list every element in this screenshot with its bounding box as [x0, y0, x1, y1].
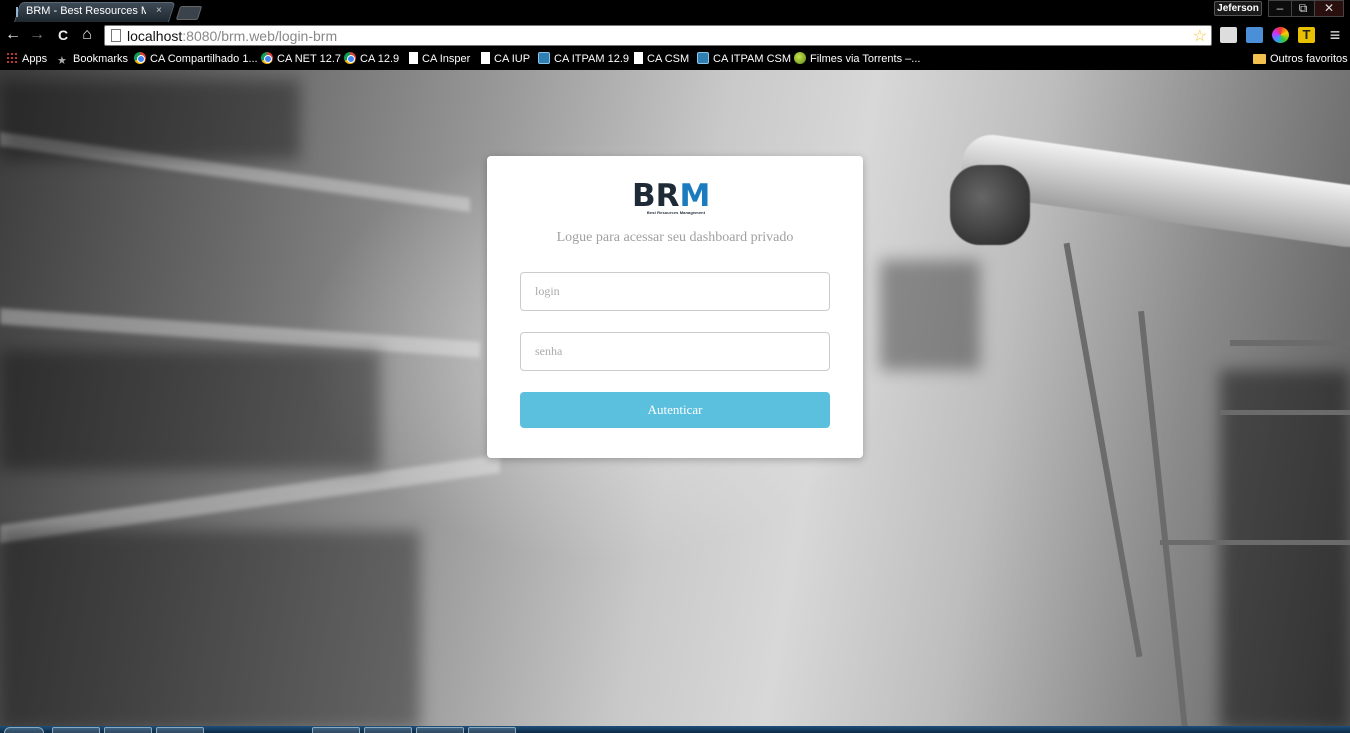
bookmark-label: CA NET 12.7	[277, 53, 341, 65]
back-button[interactable]: ←	[4, 26, 22, 44]
tab-close-icon[interactable]: ×	[156, 5, 162, 16]
os-taskbar	[0, 726, 1350, 733]
profile-button[interactable]: Jeferson	[1214, 1, 1262, 16]
url-text[interactable]: localhost:8080/brm.web/login-brm	[127, 28, 337, 44]
bookmark-apps[interactable]: Apps	[6, 52, 47, 67]
bookmark-ca-insper[interactable]: CA Insper	[409, 52, 470, 67]
bookmark-label: CA Insper	[422, 53, 471, 65]
taskbar-item[interactable]	[52, 727, 100, 733]
bookmark-label: CA CSM	[647, 53, 690, 65]
cart-shadow	[1220, 370, 1350, 726]
address-bar[interactable]: localhost:8080/brm.web/login-brm ☆	[104, 25, 1212, 46]
bookmark-label: CA Compartilhado 1...	[150, 53, 258, 65]
maximize-button[interactable]: ⧉	[1291, 0, 1315, 17]
close-window-button[interactable]: ✕	[1314, 0, 1344, 17]
tab-strip: BRM - Best Resources Ma × Jeferson – ⧉ ✕	[0, 0, 1350, 22]
brm-logo: BRM Best Resources Management	[632, 178, 720, 216]
reload-button[interactable]: C	[54, 26, 72, 44]
logo-tagline: Best Resources Management	[646, 210, 706, 215]
login-page: BRM Best Resources Management Logue para…	[0, 70, 1350, 726]
start-button[interactable]	[4, 727, 44, 733]
taskbar-item[interactable]	[312, 727, 360, 733]
bookmark-label: CA ITPAM 12.9	[554, 53, 629, 65]
logo-mark: BRM	[632, 178, 720, 214]
chrome-icon	[134, 52, 146, 64]
chrome-icon	[261, 52, 273, 64]
cart-wire	[1138, 310, 1188, 726]
password-input[interactable]	[520, 332, 830, 371]
folder-icon	[1253, 54, 1266, 64]
logo-text-accent: M	[679, 178, 711, 214]
new-tab-button[interactable]	[172, 2, 203, 22]
taskbar-item[interactable]	[468, 727, 516, 733]
bookmark-other-favorites[interactable]: Outros favoritos	[1253, 52, 1348, 67]
new-tab-shape	[175, 6, 203, 20]
cart-wire	[1220, 410, 1350, 415]
bookmark-ca-compartilhado[interactable]: CA Compartilhado 1...	[134, 52, 258, 67]
taskbar-item[interactable]	[416, 727, 464, 733]
bookmark-ca-iup[interactable]: CA IUP	[481, 52, 530, 67]
tab-brm[interactable]: BRM - Best Resources Ma ×	[4, 2, 176, 22]
cart-wire	[1160, 540, 1350, 545]
bookmark-label: CA ITPAM CSM	[713, 53, 792, 65]
bookmarks-bar: Apps ★ Bookmarks CA Compartilhado 1... CA…	[0, 49, 1350, 70]
bookmark-label: CA IUP	[494, 53, 531, 65]
bookmark-star-icon[interactable]: ☆	[1193, 26, 1207, 46]
logo-text: BR	[632, 178, 680, 214]
chrome-menu-button[interactable]: ≡	[1326, 26, 1344, 44]
t-extension-icon[interactable]: T	[1298, 27, 1315, 43]
bookmark-label: Filmes via Torrents –...	[810, 53, 921, 65]
home-button[interactable]: ⌂	[78, 26, 96, 44]
bookmark-label: CA 12.9	[360, 53, 400, 65]
store-shadow	[880, 260, 980, 370]
bookmark-ca-net[interactable]: CA NET 12.7	[261, 52, 341, 67]
color-extension-icon[interactable]	[1272, 27, 1289, 43]
taskbar-item[interactable]	[156, 727, 204, 733]
authenticate-button[interactable]: Autenticar	[520, 392, 830, 428]
ca-icon	[538, 52, 550, 64]
bookmark-ca-csm[interactable]: CA CSM	[634, 52, 689, 67]
taskbar-item[interactable]	[104, 727, 152, 733]
url-host: localhost	[127, 28, 183, 44]
ca-icon	[697, 52, 709, 64]
cart-wire	[1230, 340, 1350, 346]
bookmark-ca-itpam-csm[interactable]: CA ITPAM CSM	[697, 52, 791, 67]
login-card: BRM Best Resources Management Logue para…	[487, 156, 863, 458]
cart-wire	[1063, 242, 1143, 658]
bookmark-ca-129[interactable]: CA 12.9	[344, 52, 399, 67]
shelf-shadow	[0, 530, 420, 726]
tab-favicon-icon	[16, 7, 24, 17]
shelf-shadow	[0, 350, 380, 470]
forward-button[interactable]: →	[28, 26, 46, 44]
bookmark-bookmarks[interactable]: ★ Bookmarks	[57, 52, 128, 67]
bookmark-filmes[interactable]: Filmes via Torrents –...	[794, 52, 920, 67]
page-icon	[481, 52, 490, 64]
chrome-icon	[344, 52, 356, 64]
url-path: :8080/brm.web/login-brm	[182, 28, 338, 44]
taskbar-item[interactable]	[364, 727, 412, 733]
tab-title: BRM - Best Resources Ma	[26, 5, 146, 17]
minimize-button[interactable]: –	[1268, 0, 1292, 17]
cart-handle-cap	[950, 165, 1030, 245]
browser-toolbar: ← → C ⌂ localhost:8080/brm.web/login-brm…	[0, 22, 1350, 49]
bookmark-ca-itpam-129[interactable]: CA ITPAM 12.9	[538, 52, 629, 67]
star-icon: ★	[57, 55, 67, 67]
bookmark-label: Apps	[22, 53, 48, 65]
page-info-icon[interactable]	[111, 29, 121, 42]
gmail-extension-icon[interactable]	[1220, 27, 1237, 43]
torrent-icon	[794, 52, 806, 64]
shelf-shadow	[0, 80, 300, 160]
page-icon	[409, 52, 418, 64]
bookmark-label: Bookmarks	[73, 53, 129, 65]
bookmark-label: Outros favoritos	[1270, 53, 1348, 65]
page-icon	[634, 52, 643, 64]
login-input[interactable]	[520, 272, 830, 311]
apps-grid-icon	[6, 52, 18, 64]
login-subtitle: Logue para acessar seu dashboard privado	[556, 230, 794, 245]
translate-extension-icon[interactable]	[1246, 27, 1263, 43]
